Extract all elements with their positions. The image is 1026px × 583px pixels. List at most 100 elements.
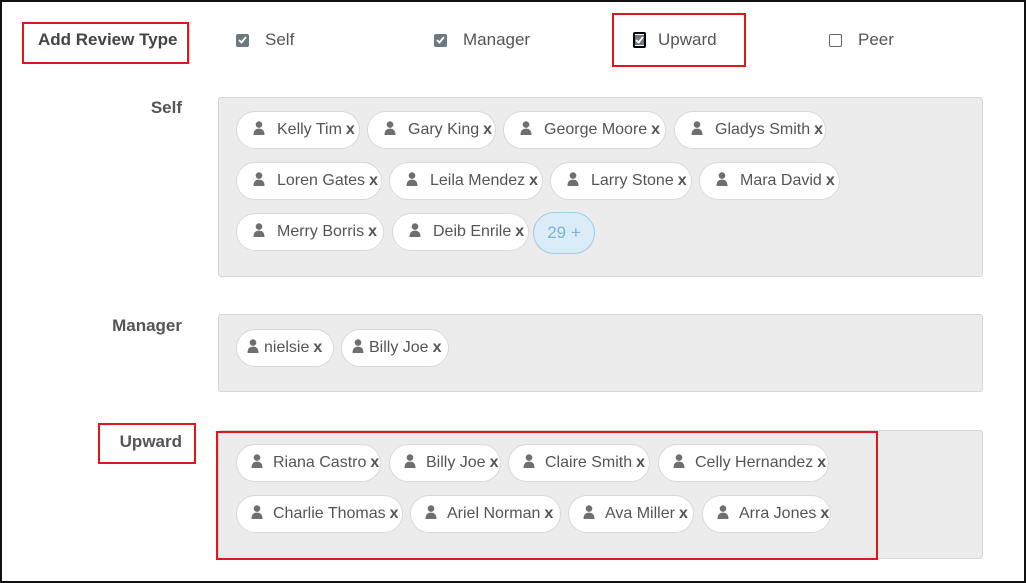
reviewer-chip: nielsie x	[236, 329, 334, 367]
reviewer-chip: Charlie Thomas x	[236, 495, 403, 533]
checkbox-self[interactable]	[236, 33, 249, 47]
user-icon	[253, 120, 265, 140]
reviewer-name: Billy Joe	[426, 454, 486, 471]
section-label-manager: Manager	[112, 316, 182, 335]
remove-reviewer-button[interactable]: x	[346, 121, 355, 139]
remove-reviewer-button[interactable]: x	[678, 172, 687, 190]
checkmark-icon	[238, 36, 247, 44]
reviewer-chip: Billy Joe x	[341, 329, 449, 367]
remove-reviewer-button[interactable]: x	[529, 172, 538, 190]
reviewer-name: Deib Enrile	[433, 223, 512, 240]
user-icon	[352, 338, 364, 358]
reviewer-name: Merry Borris	[277, 223, 365, 240]
user-icon	[251, 453, 263, 473]
reviewer-chip: Claire Smith x	[508, 444, 650, 482]
reviewer-name: Kelly Tim	[277, 121, 342, 138]
user-icon	[523, 453, 535, 473]
type-label-upward: Upward	[658, 30, 717, 49]
remove-reviewer-button[interactable]: x	[820, 505, 829, 523]
reviewer-name: Celly Hernandez	[695, 454, 814, 471]
reviewer-name: Billy Joe	[369, 339, 429, 356]
remove-reviewer-button[interactable]: x	[679, 505, 688, 523]
user-icon	[716, 171, 728, 191]
reviewer-chip: Deib Enrile x	[392, 213, 529, 251]
reviewer-chip: Billy Joe x	[389, 444, 501, 482]
reviewer-chip: Arra Jones x	[702, 495, 831, 533]
reviewer-name: Leila Mendez	[430, 172, 526, 189]
reviewer-name: Charlie Thomas	[273, 505, 386, 522]
user-icon	[253, 222, 265, 242]
reviewer-name: Mara David	[740, 172, 822, 189]
remove-reviewer-button[interactable]: x	[483, 121, 492, 139]
user-icon	[247, 338, 259, 358]
type-option-peer[interactable]: Peer	[829, 30, 894, 50]
remove-reviewer-button[interactable]: x	[817, 454, 826, 472]
reviewer-chip: Gary King x	[367, 111, 496, 149]
reviewer-chip: Gladys Smith x	[674, 111, 826, 149]
remove-reviewer-button[interactable]: x	[515, 223, 524, 241]
reviewer-name: Gladys Smith	[715, 121, 811, 138]
reviewer-name: Gary King	[408, 121, 480, 138]
reviewer-name: Ariel Norman	[447, 505, 541, 522]
reviewer-chip: Ava Miller x	[568, 495, 694, 533]
checkmark-icon	[436, 36, 445, 44]
remove-reviewer-button[interactable]: x	[636, 454, 645, 472]
remove-reviewer-button[interactable]: x	[390, 505, 399, 523]
remove-reviewer-button[interactable]: x	[544, 505, 553, 523]
checkbox-peer[interactable]	[829, 33, 842, 47]
checkbox-upward[interactable]	[633, 32, 646, 48]
reviewer-name: Claire Smith	[545, 454, 633, 471]
add-review-type-label: Add Review Type	[38, 30, 178, 49]
review-type-form: Add Review Type Self Manager Upward Peer…	[0, 0, 1026, 583]
user-icon	[406, 171, 418, 191]
remove-reviewer-button[interactable]: x	[370, 454, 379, 472]
reviewer-name: Loren Gates	[277, 172, 366, 189]
reviewer-chip: Larry Stone x	[550, 162, 692, 200]
reviewer-chip: Mara David x	[699, 162, 840, 200]
type-label-manager: Manager	[463, 30, 531, 49]
remove-reviewer-button[interactable]: x	[826, 172, 835, 190]
reviewer-chip: Riana Castro x	[236, 444, 381, 482]
reviewer-chip: Ariel Norman x	[410, 495, 561, 533]
checkmark-icon	[635, 35, 644, 45]
user-icon	[583, 504, 595, 524]
reviewer-chip: Kelly Tim x	[236, 111, 360, 149]
user-icon	[409, 222, 421, 242]
user-icon	[253, 171, 265, 191]
remove-reviewer-button[interactable]: x	[368, 223, 377, 241]
user-icon	[717, 504, 729, 524]
reviewer-chip: Leila Mendez x	[389, 162, 543, 200]
user-icon	[673, 453, 685, 473]
remove-reviewer-button[interactable]: x	[433, 339, 442, 357]
reviewer-name: Ava Miller	[605, 505, 675, 522]
user-icon	[691, 120, 703, 140]
reviewer-name: nielsie	[264, 339, 310, 356]
reviewer-chip: Celly Hernandez x	[658, 444, 829, 482]
reviewer-chip: Merry Borris x	[236, 213, 384, 251]
user-icon	[567, 171, 579, 191]
user-icon	[520, 120, 532, 140]
remove-reviewer-button[interactable]: x	[490, 454, 499, 472]
type-label-self: Self	[265, 30, 295, 49]
user-icon	[404, 453, 416, 473]
remove-reviewer-button[interactable]: x	[369, 172, 378, 190]
type-option-manager[interactable]: Manager	[434, 30, 530, 50]
reviewer-name: Larry Stone	[591, 172, 674, 189]
checkbox-manager[interactable]	[434, 33, 447, 47]
reviewer-name: George Moore	[544, 121, 648, 138]
type-label-peer: Peer	[858, 30, 894, 49]
remove-reviewer-button[interactable]: x	[313, 339, 322, 357]
section-label-self: Self	[150, 98, 182, 117]
reviewer-name: Riana Castro	[273, 454, 367, 471]
reviewer-chip: George Moore x	[503, 111, 666, 149]
type-option-self[interactable]: Self	[236, 30, 294, 50]
reviewer-chip: Loren Gates x	[236, 162, 382, 200]
type-option-upward[interactable]: Upward	[633, 30, 717, 50]
user-icon	[384, 120, 396, 140]
user-icon	[425, 504, 437, 524]
reviewer-name: Arra Jones	[739, 505, 817, 522]
remove-reviewer-button[interactable]: x	[814, 121, 823, 139]
more-reviewers-badge[interactable]: 29 +	[533, 212, 595, 254]
remove-reviewer-button[interactable]: x	[651, 121, 660, 139]
user-icon	[251, 504, 263, 524]
